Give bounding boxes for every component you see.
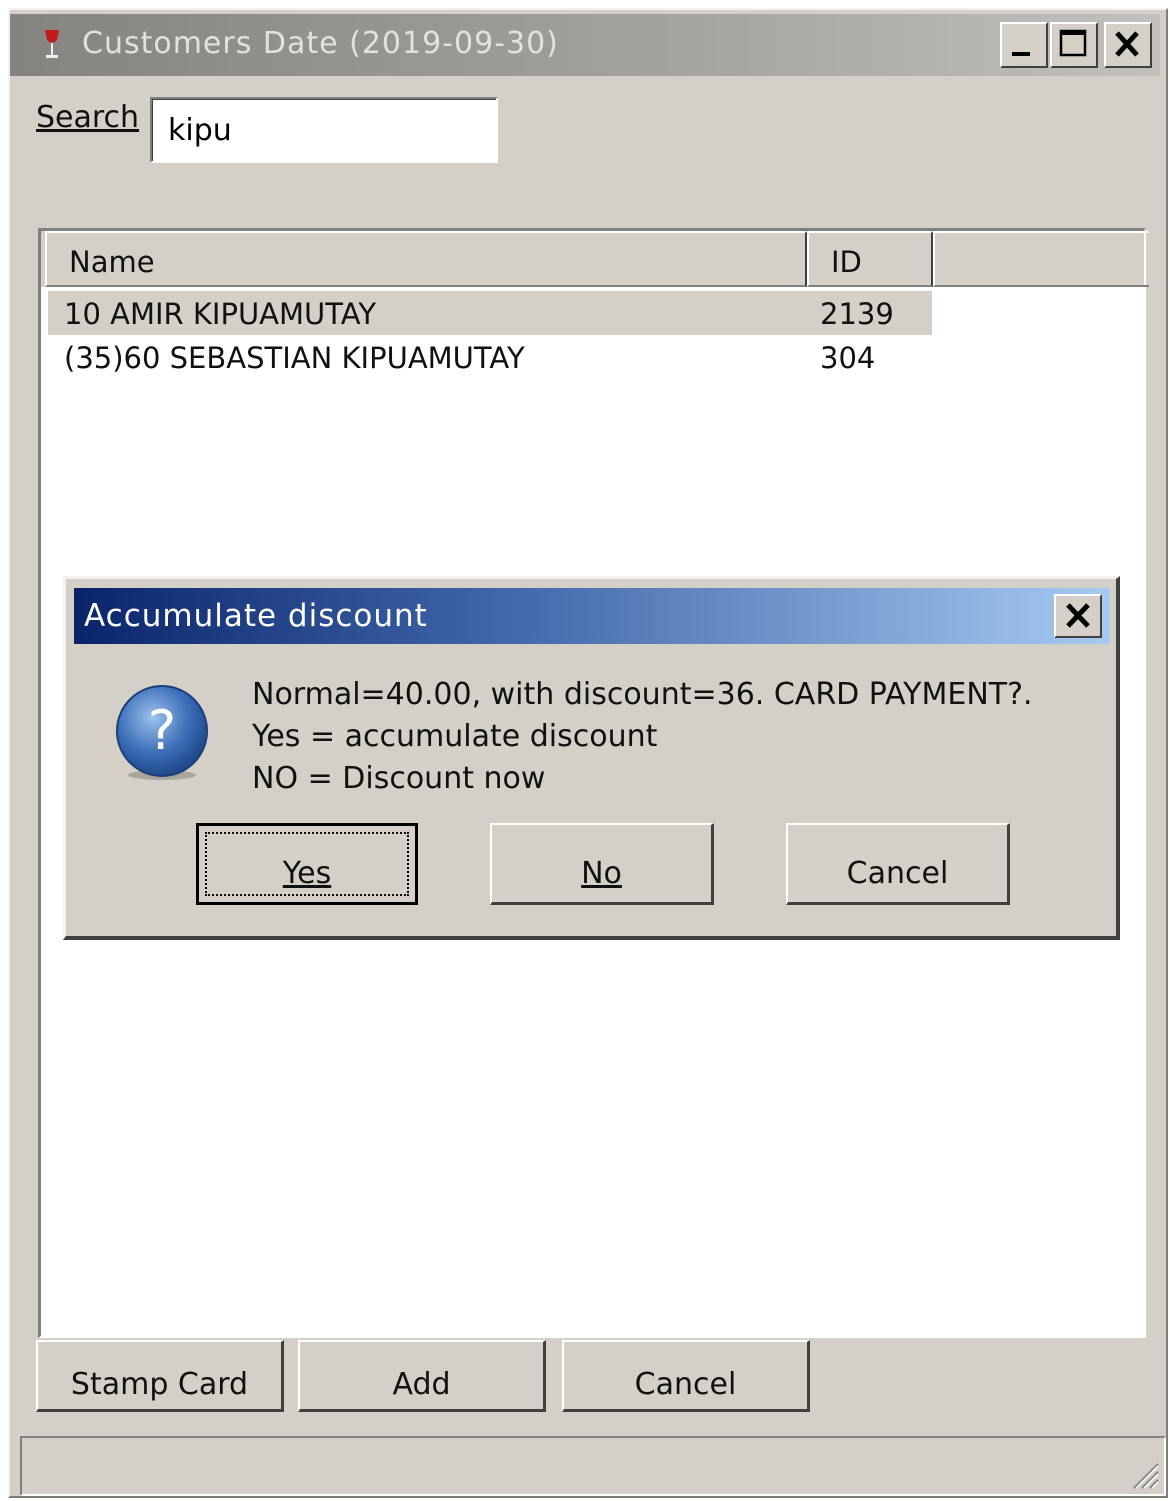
close-icon — [1066, 603, 1090, 628]
close-icon — [1115, 31, 1139, 57]
column-header-name[interactable]: Name — [45, 231, 807, 287]
row-id: 304 — [820, 341, 876, 375]
dialog-message-line-1: Normal=40.00, with discount=36. CARD PAY… — [252, 677, 1033, 712]
search-label: Search — [36, 100, 140, 135]
row-name: (35)60 SEBASTIAN KIPUAMUTAY — [64, 341, 525, 375]
table-row[interactable]: 10 AMIR KIPUAMUTAY 2139 — [48, 291, 932, 335]
maximize-icon — [1059, 29, 1087, 57]
minimize-icon — [1012, 52, 1030, 56]
column-header-filler — [933, 231, 1149, 287]
svg-text:?: ? — [148, 699, 177, 762]
dialog-title: Accumulate discount — [84, 598, 428, 634]
table-row[interactable]: (35)60 SEBASTIAN KIPUAMUTAY 304 — [48, 335, 932, 379]
status-bar — [20, 1436, 1166, 1496]
resize-grip-icon[interactable] — [1124, 1454, 1160, 1490]
window-title: Customers Date (2019-09-30) — [82, 26, 559, 61]
window-titlebar[interactable]: Customers Date (2019-09-30) — [10, 14, 1160, 76]
add-button[interactable]: Add — [298, 1340, 546, 1412]
row-name: 10 AMIR KIPUAMUTAY — [64, 297, 377, 331]
cancel-button[interactable]: Cancel — [562, 1340, 810, 1412]
dialog-cancel-button[interactable]: Cancel — [786, 823, 1010, 905]
dialog-close-button[interactable] — [1054, 594, 1102, 638]
focus-ring — [205, 832, 409, 896]
dialog-message-line-3: NO = Discount now — [252, 761, 546, 796]
dialog-yes-button[interactable]: Yes — [196, 823, 418, 905]
dialog-message-line-2: Yes = accumulate discount — [252, 719, 658, 754]
stamp-card-button[interactable]: Stamp Card — [36, 1340, 284, 1412]
list-header: Name ID — [41, 231, 1149, 287]
dialog-no-button[interactable]: No — [490, 823, 714, 905]
column-header-id[interactable]: ID — [807, 231, 933, 287]
accumulate-discount-dialog: Accumulate discount ? Normal=40.00, with… — [63, 576, 1120, 940]
wine-glass-icon — [45, 30, 59, 58]
search-input[interactable] — [150, 97, 498, 163]
minimize-button[interactable] — [1000, 22, 1048, 68]
dialog-titlebar[interactable]: Accumulate discount — [74, 588, 1110, 644]
close-button[interactable] — [1104, 22, 1152, 68]
maximize-button[interactable] — [1050, 22, 1098, 68]
row-id: 2139 — [820, 297, 894, 331]
question-icon: ? — [116, 685, 208, 780]
